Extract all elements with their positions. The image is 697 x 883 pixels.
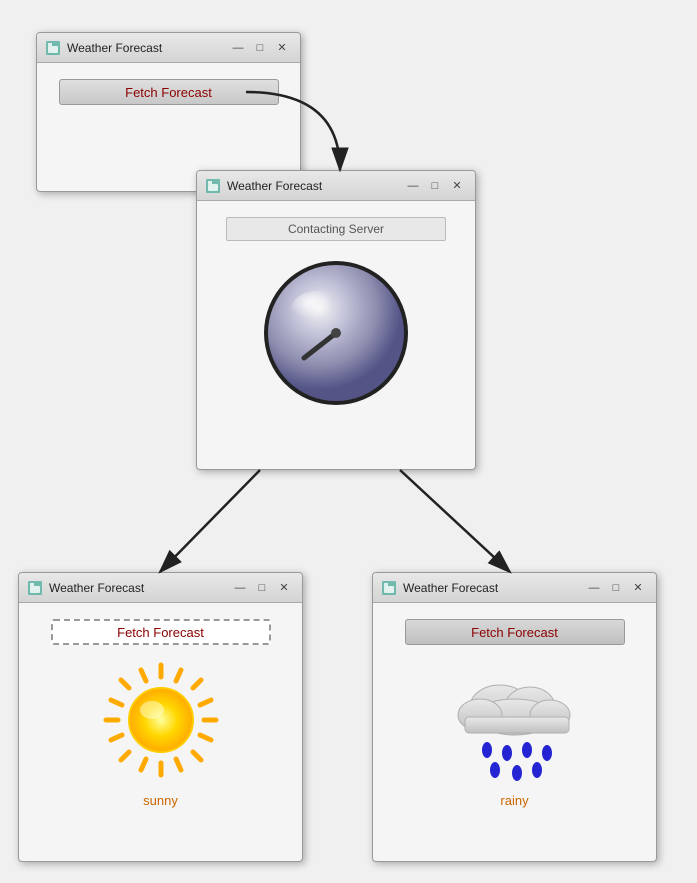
app-icon-bl (27, 580, 43, 596)
bl-close-button[interactable]: ✕ (274, 578, 294, 598)
bottom-left-window-body: Fetch Forecast (19, 603, 302, 824)
top-minimize-button[interactable]: — (228, 38, 248, 58)
fetch-forecast-button-top[interactable]: Fetch Forecast (59, 79, 279, 105)
rainy-label: rainy (500, 793, 528, 808)
top-close-button[interactable]: ✕ (272, 38, 292, 58)
bottom-right-window-body: Fetch Forecast (373, 603, 656, 824)
loading-gauge (256, 253, 416, 413)
bottom-left-window-title: Weather Forecast (49, 581, 228, 595)
sunny-weather-icon: sunny (96, 655, 226, 808)
bl-minimize-button[interactable]: — (230, 578, 250, 598)
bottom-left-titlebar: Weather Forecast — □ ✕ (19, 573, 302, 603)
middle-window-title: Weather Forecast (227, 179, 401, 193)
bottom-right-window-title: Weather Forecast (403, 581, 582, 595)
bottom-left-window: Weather Forecast — □ ✕ Fetch Forecast (18, 572, 303, 862)
br-close-button[interactable]: ✕ (628, 578, 648, 598)
top-window-body: Fetch Forecast (37, 63, 300, 121)
bl-maximize-button[interactable]: □ (252, 578, 272, 598)
rainy-weather-icon: rainy (445, 655, 585, 808)
middle-titlebar: Weather Forecast — □ ✕ (197, 171, 475, 201)
sunny-label: sunny (143, 793, 178, 808)
bottom-right-titlebar: Weather Forecast — □ ✕ (373, 573, 656, 603)
app-icon (45, 40, 61, 56)
fetch-forecast-button-br[interactable]: Fetch Forecast (405, 619, 625, 645)
top-titlebar: Weather Forecast — □ ✕ (37, 33, 300, 63)
middle-maximize-button[interactable]: □ (425, 176, 445, 196)
app-icon-br (381, 580, 397, 596)
bottom-right-window: Weather Forecast — □ ✕ Fetch Forecast (372, 572, 657, 862)
br-maximize-button[interactable]: □ (606, 578, 626, 598)
middle-close-button[interactable]: ✕ (447, 176, 467, 196)
top-window: Weather Forecast — □ ✕ Fetch Forecast (36, 32, 301, 192)
top-window-title: Weather Forecast (67, 41, 226, 55)
middle-window: Weather Forecast — □ ✕ Contacting Server (196, 170, 476, 470)
br-minimize-button[interactable]: — (584, 578, 604, 598)
app-icon-middle (205, 178, 221, 194)
top-maximize-button[interactable]: □ (250, 38, 270, 58)
fetch-forecast-button-bl[interactable]: Fetch Forecast (51, 619, 271, 645)
contacting-server-status: Contacting Server (226, 217, 446, 241)
middle-minimize-button[interactable]: — (403, 176, 423, 196)
middle-window-body: Contacting Server (197, 201, 475, 429)
